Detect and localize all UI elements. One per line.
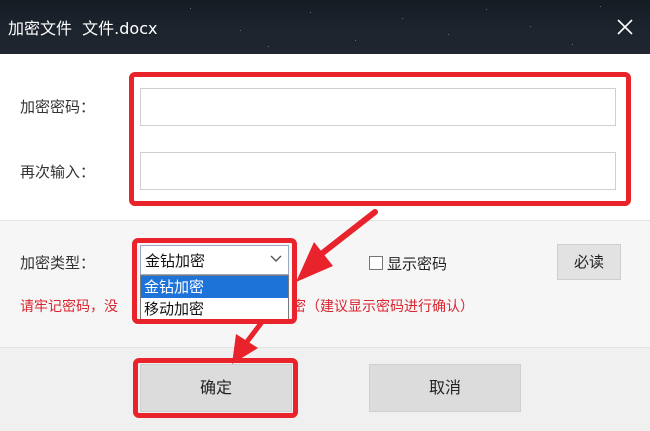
show-password-label[interactable]: 显示密码 [387,253,447,274]
warning-text-end: 密（建议显示密码进行确认） [292,299,474,315]
encryption-type-value: 金钻加密 [145,252,206,270]
title-bar: 加密文件 文件.docx [0,0,650,54]
dropdown-option-gold[interactable]: 金钻加密 [141,276,288,298]
window-title: 加密文件 文件.docx [8,19,158,38]
encryption-type-label: 加密类型： [20,254,96,272]
encryption-type-dropdown: 金钻加密 移动加密 [140,275,289,321]
cancel-button[interactable]: 取消 [369,364,521,412]
must-read-button[interactable]: 必读 [557,244,621,280]
password-field[interactable] [140,88,616,126]
password-section [0,54,650,220]
button-section [0,347,650,431]
encryption-type-select[interactable]: 金钻加密 [140,245,289,275]
password-label: 加密密码： [20,98,96,116]
close-icon[interactable] [614,16,636,38]
confirm-password-field[interactable] [140,152,616,190]
warning-text-start: 请牢记密码，没 [20,299,118,315]
confirm-password-label: 再次输入： [20,163,96,181]
chevron-down-icon [270,255,282,262]
show-password-checkbox[interactable] [369,256,383,270]
options-section [0,220,650,347]
dropdown-option-mobile[interactable]: 移动加密 [141,298,288,320]
ok-button[interactable]: 确定 [140,364,292,412]
